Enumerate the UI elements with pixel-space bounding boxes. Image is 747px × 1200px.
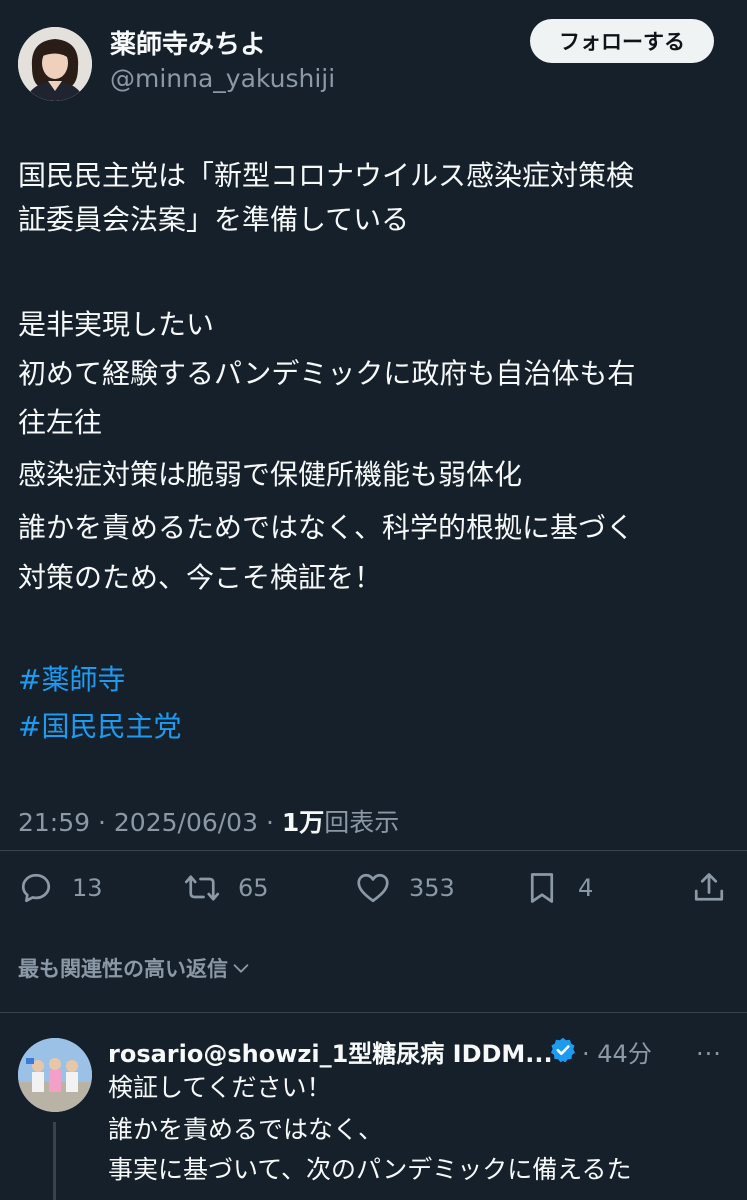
reply-avatar[interactable] [18, 1038, 92, 1112]
reply-text-line: 検証してください！ [108, 1073, 332, 1102]
author-avatar-image [18, 27, 92, 101]
share-icon [694, 873, 724, 901]
share-button[interactable] [691, 867, 727, 909]
tweet-text-line: 誰かを責めるためではなく、科学的根拠に基づく [18, 511, 635, 544]
reply-avatar-image [18, 1038, 92, 1112]
divider [0, 850, 747, 851]
tweet-meta: 21:59 · 2025/06/03 · 1万回表示 [18, 803, 399, 839]
reply-author-name[interactable]: rosario@showzi_1型糖尿病 IDDM... [108, 1034, 553, 1069]
hashtag-link[interactable]: #薬師寺 [18, 660, 125, 700]
tweet-text-line: 往左往 [18, 406, 103, 439]
chevron-down-icon [233, 964, 249, 973]
like-count: 353 [409, 874, 455, 902]
hashtag-link[interactable]: #国民民主党 [18, 707, 181, 747]
more-options-icon[interactable]: ··· [696, 1040, 722, 1068]
replies-sort-dropdown[interactable]: 最も関連性の高い返信 [18, 953, 252, 983]
reply-text-line: 誰かを責めるではなく、 [108, 1115, 384, 1144]
view-count: 1万 [281, 808, 325, 837]
reply-count: 13 [72, 874, 103, 902]
tweet-date[interactable]: 2025/06/03 [114, 808, 258, 837]
reply-text-line: 事実に基づいて、次のパンデミックに備えるた [108, 1155, 632, 1184]
tweet-text-line: 対策のため、今こそ検証を！ [18, 561, 383, 594]
follow-button[interactable]: フォローする [530, 19, 714, 63]
reply-button[interactable]: 13 [18, 867, 103, 909]
tweet-text-line: 初めて経験するパンデミックに政府も自治体も右 [18, 357, 636, 390]
meta-separator: · [582, 1040, 590, 1068]
meta-separator: · [265, 808, 274, 837]
verified-badge-icon [550, 1037, 576, 1063]
replies-sort-label: 最も関連性の高い返信 [18, 957, 228, 981]
author-name[interactable]: 薬師寺みちよ [110, 24, 266, 61]
author-handle[interactable]: @minna_yakushiji [110, 64, 335, 93]
reply-time[interactable]: · 44分 [582, 1034, 652, 1069]
retweet-count: 65 [238, 874, 269, 902]
retweet-button[interactable]: 65 [184, 867, 269, 909]
tweet-text-line: 証委員会法案」を準備している [18, 203, 410, 236]
divider [0, 1012, 747, 1013]
view-label: 回表示 [324, 808, 400, 837]
meta-separator: · [98, 808, 106, 837]
thread-line [53, 1122, 56, 1200]
tweet-text-line: 是非実現したい [18, 308, 215, 341]
tweet-text-line: 感染症対策は脆弱で保健所機能も弱体化 [18, 458, 523, 491]
heart-icon [357, 873, 389, 903]
bookmark-button[interactable]: 4 [524, 867, 593, 909]
like-button[interactable]: 353 [355, 867, 455, 909]
tweet-time[interactable]: 21:59 [18, 808, 90, 837]
reply-time-value: 44分 [597, 1040, 652, 1068]
bookmark-count: 4 [578, 874, 594, 902]
retweet-icon [184, 875, 220, 901]
tweet-text-line: 国民民主党は「新型コロナウイルス感染症対策検 [18, 159, 635, 192]
reply-icon [21, 873, 51, 903]
bookmark-icon [530, 873, 554, 903]
author-avatar[interactable] [18, 27, 92, 101]
